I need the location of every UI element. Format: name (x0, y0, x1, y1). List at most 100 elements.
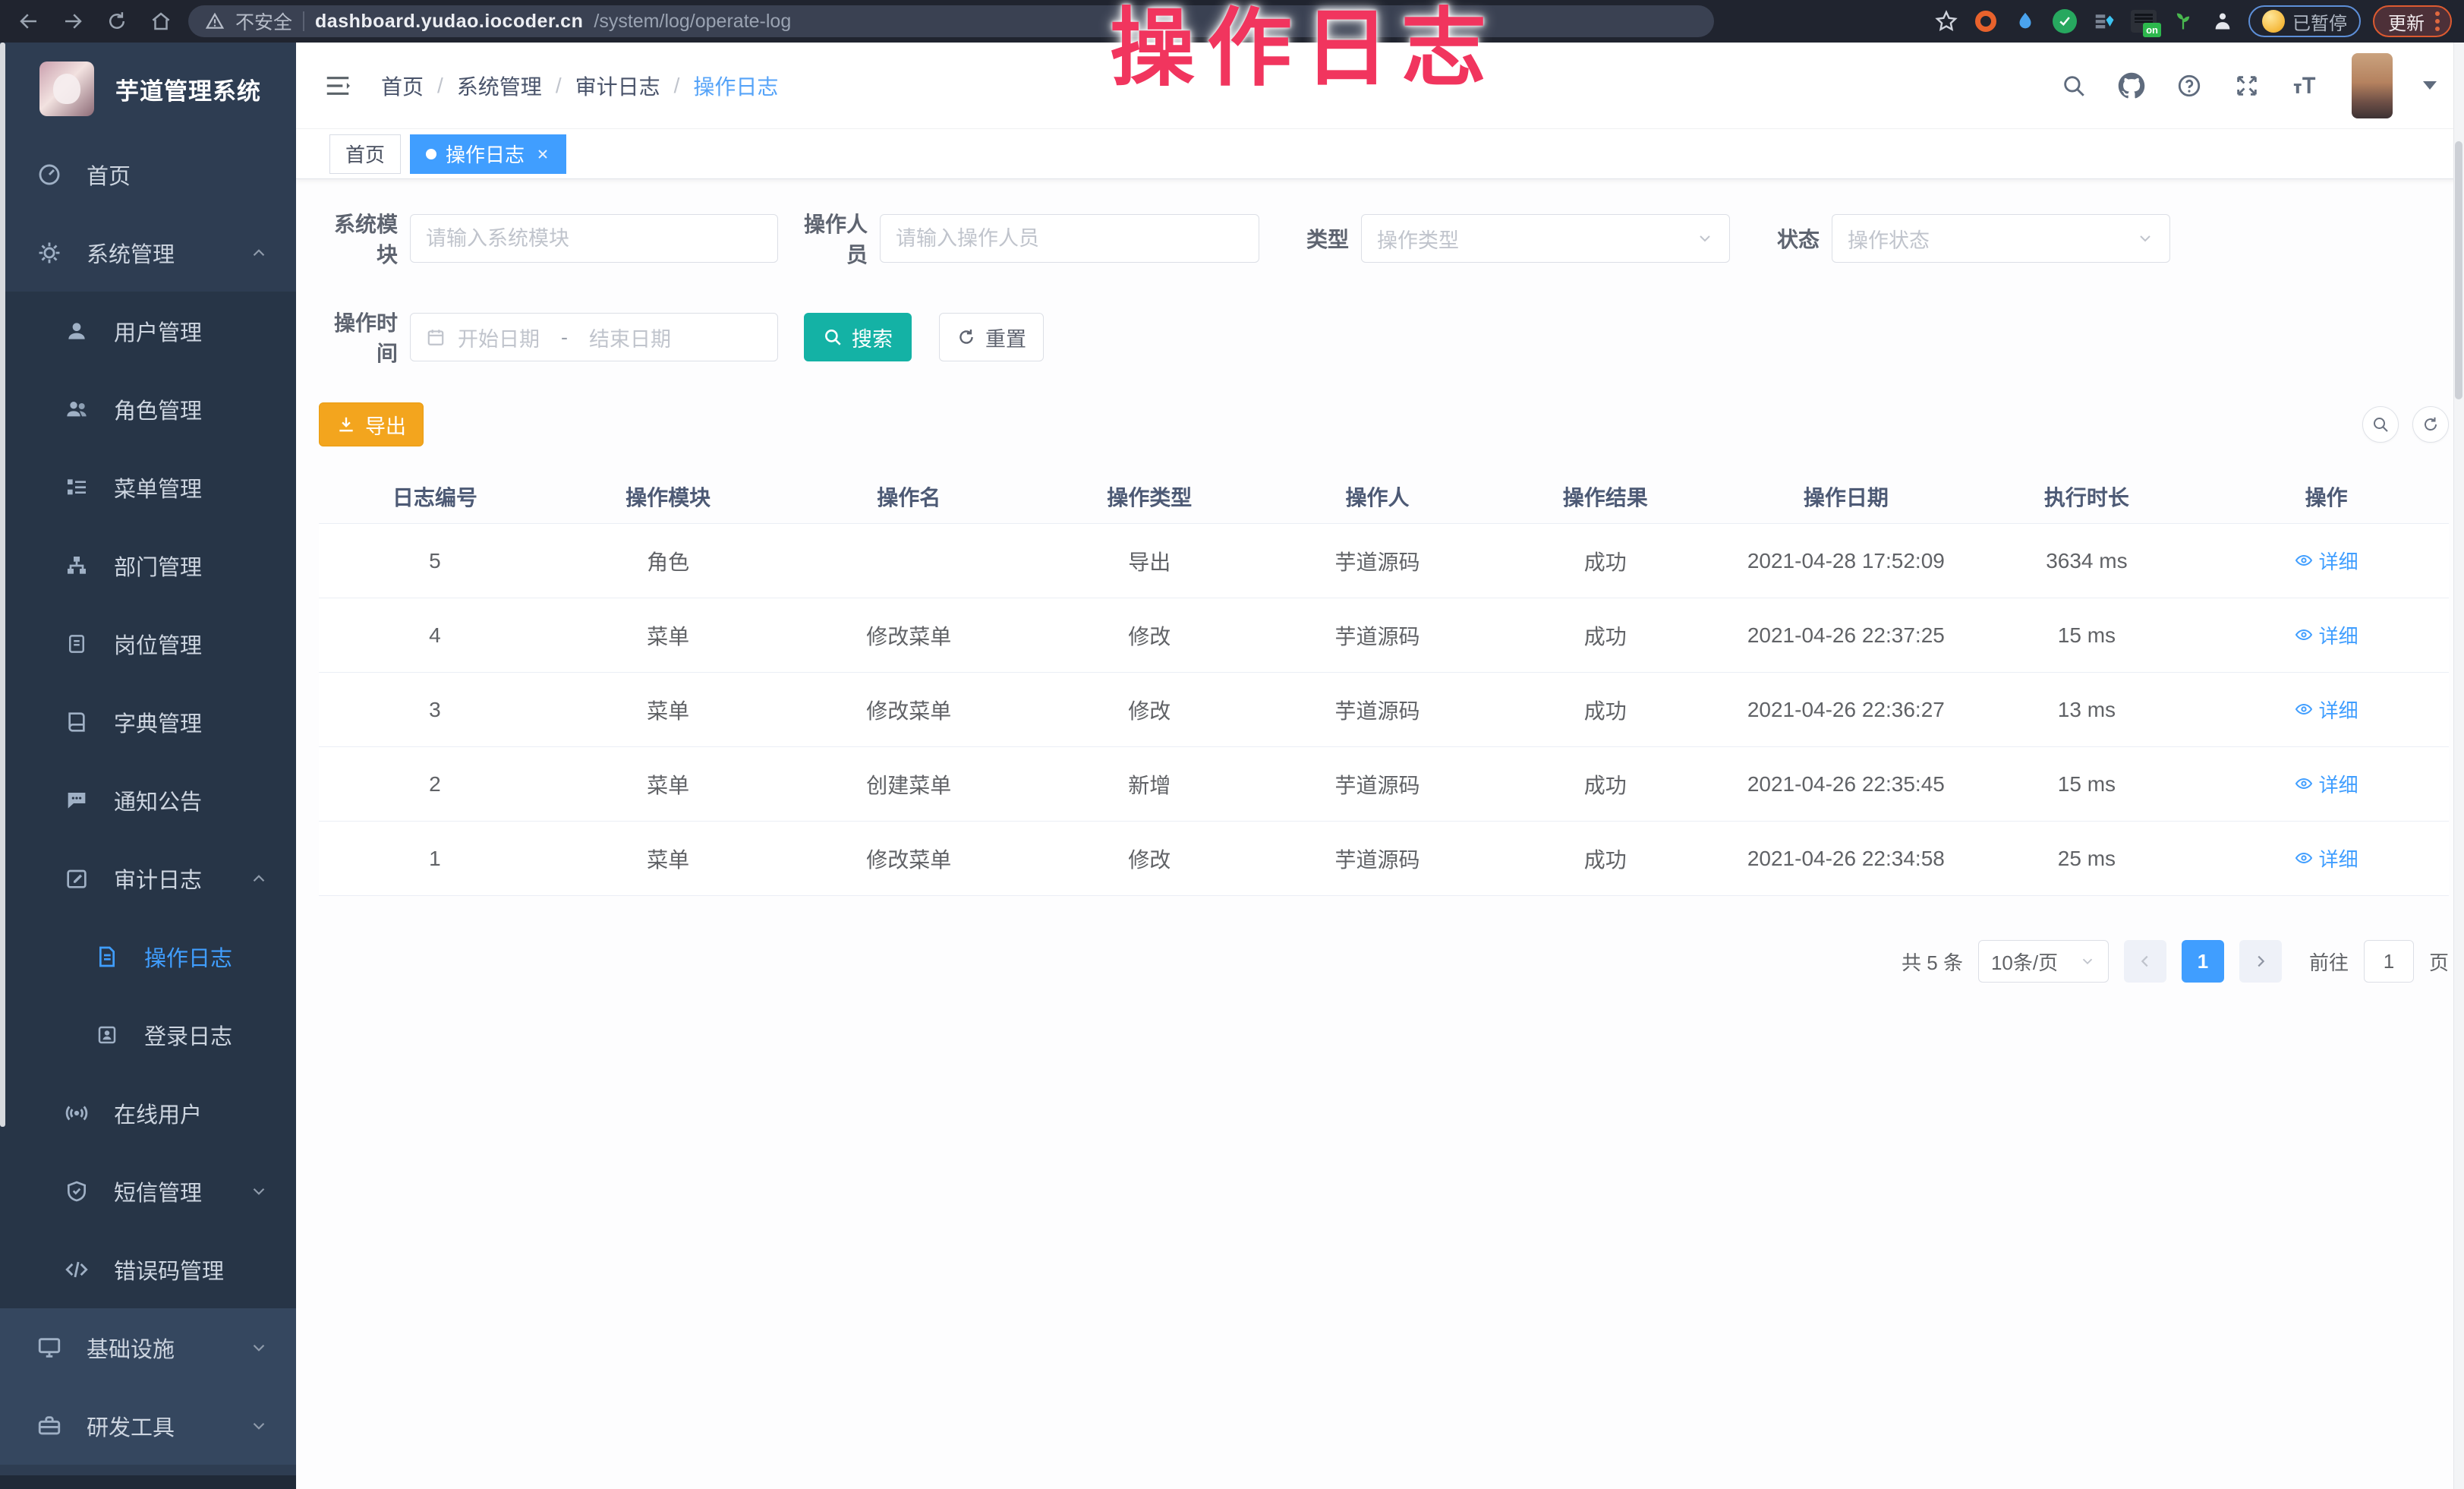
next-page-button[interactable] (2239, 940, 2282, 983)
filter-row-1: 系统模块 操作人员 类型 操作类型 状态 操作状 (319, 208, 2449, 269)
browser-menu-icon[interactable] (2435, 11, 2440, 31)
chevron-down-icon (2079, 953, 2096, 970)
breadcrumb-current[interactable]: 操作日志 (693, 71, 778, 101)
url-host: dashboard.yudao.iocoder.cn (315, 11, 583, 33)
avatar-caret-icon[interactable] (2423, 81, 2437, 90)
header-search-icon[interactable] (2059, 71, 2089, 101)
eye-icon (2295, 626, 2313, 644)
search-button[interactable]: 搜索 (804, 313, 912, 361)
detail-link[interactable]: 详细 (2295, 621, 2358, 649)
reset-button[interactable]: 重置 (939, 313, 1044, 361)
browser-back-icon[interactable] (12, 5, 46, 38)
paused-label: 已暂停 (2292, 8, 2347, 35)
chevron-down-icon (249, 1416, 269, 1436)
refresh-table-button[interactable] (2412, 406, 2449, 443)
chevron-down-icon (249, 1181, 269, 1201)
chevron-down-icon (2136, 229, 2154, 248)
browser-reload-icon[interactable] (100, 5, 134, 38)
sidebar-item-infrastructure[interactable]: 基础设施 (0, 1308, 296, 1386)
goto-page-input[interactable] (2364, 940, 2414, 983)
tab-active-dot (426, 149, 436, 159)
sidebar-item-error-codes[interactable]: 错误码管理 (0, 1230, 296, 1308)
extension-gem-icon[interactable] (2091, 8, 2118, 35)
type-label: 类型 (1270, 223, 1361, 254)
detail-link[interactable]: 详细 (2295, 547, 2358, 575)
gear-icon (35, 238, 64, 267)
extension-puzzle-icon[interactable] (2209, 8, 2236, 35)
sidebar-item-login-log[interactable]: 登录日志 (0, 995, 296, 1074)
sidebar-item-menus[interactable]: 菜单管理 (0, 448, 296, 526)
operate-log-icon (93, 942, 121, 971)
sidebar-item-system[interactable]: 系统管理 (0, 213, 296, 292)
date-range-picker[interactable]: 开始日期 - 结束日期 (410, 313, 778, 361)
sidebar-item-home[interactable]: 首页 (0, 135, 296, 213)
sidebar-footer-strip (0, 1475, 296, 1489)
browser-home-icon[interactable] (144, 5, 178, 38)
table-row: 1 菜单 修改菜单 修改 芋道源码 成功 2021-04-26 22:34:58… (319, 822, 2449, 896)
tab-close-icon[interactable] (535, 147, 550, 162)
sidebar-item-sms[interactable]: 短信管理 (0, 1152, 296, 1230)
fullscreen-icon[interactable] (2232, 71, 2262, 101)
sidebar-item-operate-log[interactable]: 操作日志 (0, 917, 296, 995)
sidebar-item-dictionary[interactable]: 字典管理 (0, 683, 296, 761)
type-select[interactable]: 操作类型 (1361, 214, 1730, 263)
annotation-overlay-title: 操作日志 (1110, 0, 1498, 98)
sidebar-item-departments[interactable]: 部门管理 (0, 526, 296, 604)
extension-leaf-icon[interactable] (2169, 8, 2197, 35)
chevron-down-icon (249, 1338, 269, 1358)
update-chip[interactable]: 更新 (2373, 5, 2452, 37)
github-icon[interactable] (2116, 71, 2147, 101)
browser-forward-icon[interactable] (56, 5, 90, 38)
module-input[interactable] (410, 214, 778, 263)
user-avatar[interactable] (2352, 53, 2393, 118)
page-scrollbar[interactable] (2453, 43, 2464, 1489)
sidebar-item-notices[interactable]: 通知公告 (0, 761, 296, 839)
operate-log-table: 日志编号 操作模块 操作名 操作类型 操作人 操作结果 操作日期 执行时长 操作… (319, 469, 2449, 896)
current-page-button[interactable]: 1 (2182, 940, 2224, 983)
calendar-icon (426, 327, 446, 347)
detail-link[interactable]: 详细 (2295, 844, 2358, 872)
operator-input[interactable] (880, 214, 1259, 263)
breadcrumb-home[interactable]: 首页 (381, 71, 424, 101)
sidebar-item-dev-tools[interactable]: 研发工具 (0, 1386, 296, 1465)
hamburger-icon[interactable] (323, 71, 352, 100)
eye-icon (2295, 551, 2313, 569)
sidebar-item-online-users[interactable]: 在线用户 (0, 1074, 296, 1152)
detail-link[interactable]: 详细 (2295, 696, 2358, 724)
login-log-icon (93, 1021, 121, 1049)
prev-page-button[interactable] (2124, 940, 2166, 983)
breadcrumb-audit-log[interactable]: 审计日志 (575, 71, 660, 101)
eye-icon (2295, 700, 2313, 718)
extension-orange-ring-icon[interactable] (1972, 8, 1999, 35)
detail-link[interactable]: 详细 (2295, 770, 2358, 798)
page-size-select[interactable]: 10条/页 (1978, 940, 2109, 983)
tab-operate-log[interactable]: 操作日志 (410, 134, 566, 174)
sidebar-item-roles[interactable]: 角色管理 (0, 370, 296, 448)
sidebar-scrollbar[interactable] (0, 43, 5, 1127)
address-divider (303, 11, 304, 31)
chevron-down-icon (1696, 229, 1714, 248)
sidebar-item-posts[interactable]: 岗位管理 (0, 604, 296, 683)
export-button[interactable]: 导出 (319, 402, 424, 446)
update-label: 更新 (2388, 8, 2425, 35)
sidebar-item-users[interactable]: 用户管理 (0, 292, 296, 370)
tab-home[interactable]: 首页 (329, 134, 401, 174)
sidebar-item-audit-log[interactable]: 审计日志 (0, 839, 296, 917)
chevron-left-icon (2137, 953, 2154, 970)
font-size-icon[interactable] (2289, 71, 2320, 101)
page-scrollbar-thumb[interactable] (2455, 141, 2462, 399)
breadcrumb-system[interactable]: 系统管理 (457, 71, 542, 101)
extension-green-check-icon[interactable] (2051, 8, 2078, 35)
refresh-icon (956, 327, 976, 347)
help-icon[interactable] (2174, 71, 2204, 101)
extension-blue-drop-icon[interactable] (2012, 8, 2039, 35)
bookmark-star-icon[interactable] (1933, 8, 1960, 35)
security-label: 不安全 (235, 8, 292, 35)
filter-row-2: 操作时间 开始日期 - 结束日期 搜索 重置 (319, 307, 2449, 368)
profile-paused-chip[interactable]: 已暂停 (2248, 5, 2361, 37)
audit-pen-icon (62, 864, 91, 893)
status-select[interactable]: 操作状态 (1832, 214, 2170, 263)
app-logo-row[interactable]: 芋道管理系统 (0, 43, 296, 135)
toggle-search-button[interactable] (2362, 406, 2399, 443)
extension-on-badge-icon[interactable]: on (2130, 8, 2157, 35)
